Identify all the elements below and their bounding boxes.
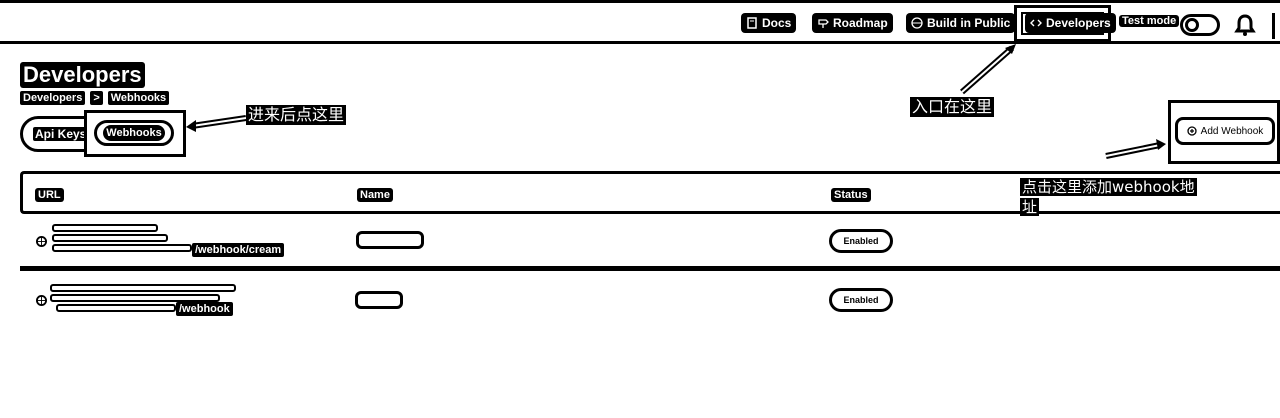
column-name: Name bbox=[357, 188, 393, 202]
row-divider bbox=[20, 266, 1280, 271]
annotation-entry-hint: 入口在这里 bbox=[910, 97, 995, 117]
add-webhook-highlight-box: Add Webhook bbox=[1168, 100, 1280, 164]
url-redacted bbox=[56, 304, 176, 312]
globe-icon bbox=[36, 236, 47, 247]
url-suffix: /webhook bbox=[176, 302, 233, 316]
name-redacted bbox=[355, 291, 403, 309]
column-url: URL bbox=[35, 188, 64, 202]
add-webhook-button[interactable]: Add Webhook bbox=[1175, 117, 1275, 145]
url-redacted bbox=[50, 294, 220, 302]
name-redacted bbox=[356, 231, 424, 249]
annotation-add-hint-1: 点击这里添加webhook地 bbox=[1020, 178, 1197, 196]
arrow-to-developers bbox=[960, 44, 1016, 95]
arrow-to-add-webhook bbox=[1105, 139, 1166, 159]
url-redacted bbox=[52, 244, 192, 252]
globe-icon bbox=[36, 295, 47, 306]
status-badge: Enabled bbox=[829, 229, 893, 253]
url-redacted bbox=[50, 284, 236, 292]
annotation-add-hint-2: 址 bbox=[1020, 198, 1040, 216]
url-redacted bbox=[52, 224, 158, 232]
annotation-tabs-hint: 进来后点这里 bbox=[246, 105, 347, 125]
url-suffix: /webhook/cream bbox=[192, 243, 285, 257]
status-badge: Enabled bbox=[829, 288, 893, 312]
arrow-to-webhooks-tab bbox=[186, 115, 247, 132]
column-status: Status bbox=[831, 188, 871, 202]
plus-circle-icon bbox=[1187, 126, 1197, 136]
url-redacted bbox=[52, 234, 168, 242]
